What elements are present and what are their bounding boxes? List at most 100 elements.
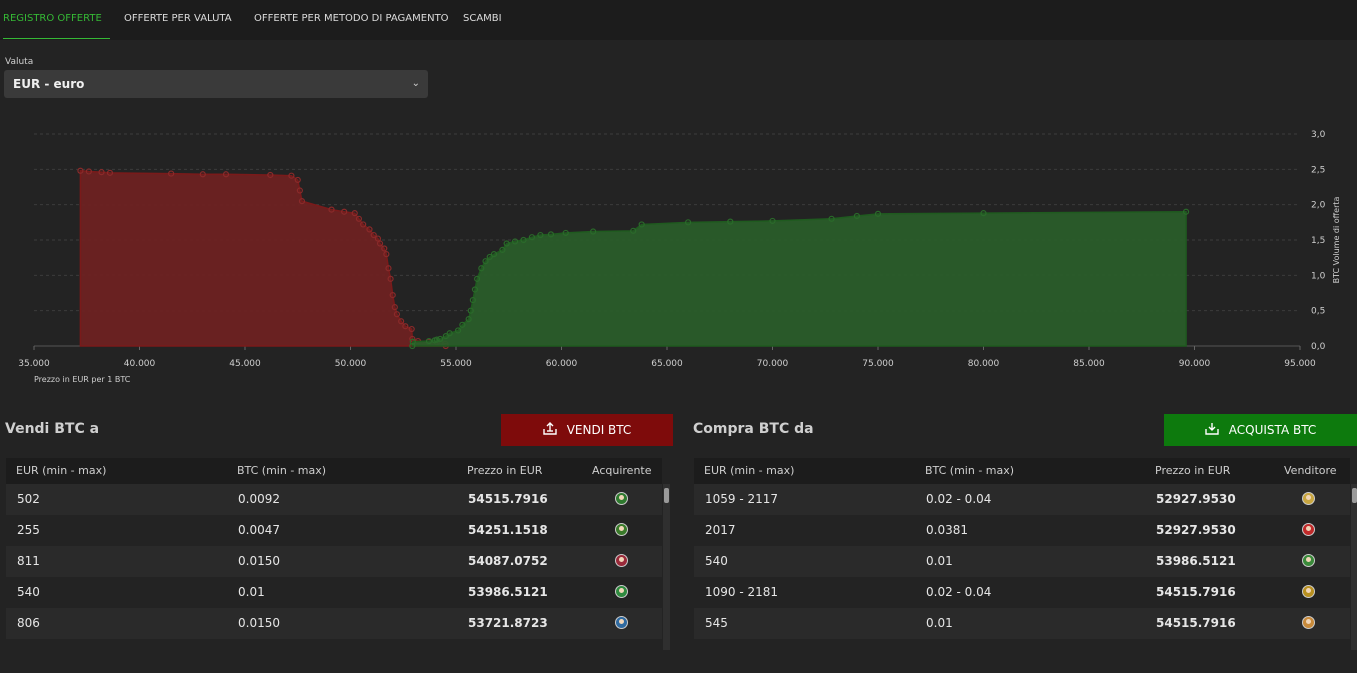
row-price: 54515.7916 [1156,616,1236,630]
row-price: 53721.8723 [468,616,548,630]
avatar[interactable] [615,585,628,598]
row-price: 54087.0752 [468,554,548,568]
row-price: 53986.5121 [1156,554,1236,568]
row-eur: 811 [17,554,40,568]
sell-col-btc: BTC (min - max) [237,464,327,477]
y-tick-label: 1,5 [1311,236,1325,246]
x-tick-label: 45.000 [229,359,261,369]
row-eur: 540 [705,554,728,568]
buy-btc-button[interactable]: ACQUISTA BTC [1164,414,1357,446]
y-tick-label: 3,0 [1311,130,1326,140]
buy-depth-area [411,210,1187,347]
x-tick-label: 95.000 [1284,359,1316,369]
row-btc: 0.01 [926,554,953,568]
download-icon [1205,415,1219,447]
row-price: 54515.7916 [1156,585,1236,599]
row-eur: 545 [705,616,728,630]
row-price: 54251.1518 [468,523,548,537]
x-tick-label: 60.000 [546,359,578,369]
avatar[interactable] [1302,585,1315,598]
table-row[interactable]: 540 0.01 53986.5121 [694,546,1350,577]
upload-icon [542,415,557,447]
table-row[interactable]: 811 0.0150 54087.0752 [6,546,662,577]
avatar[interactable] [1302,523,1315,536]
sell-col-eur: EUR (min - max) [16,464,107,477]
row-eur: 540 [17,585,40,599]
buy-btc-button-label: ACQUISTA BTC [1228,423,1317,437]
buy-section-title: Compra BTC da [693,421,814,437]
buy-table-header: EUR (min - max) BTC (min - max) Prezzo i… [694,458,1350,484]
row-btc: 0.02 - 0.04 [926,585,992,599]
row-eur: 806 [17,616,40,630]
table-row[interactable]: 502 0.0092 54515.7916 [6,484,662,515]
x-tick-label: 40.000 [124,359,156,369]
sell-col-buyer: Acquirente [592,464,652,477]
table-row[interactable]: 255 0.0047 54251.1518 [6,515,662,546]
y-tick-label: 0,5 [1311,307,1325,317]
row-btc: 0.01 [238,585,265,599]
buy-table-scrollbar[interactable] [1351,484,1357,650]
table-row[interactable]: 540 0.01 53986.5121 [6,577,662,608]
row-btc: 0.0150 [238,554,280,568]
depth-chart: 0,0 0,5 1,0 1,5 2,0 2,5 3,0 35.000 40.000 45.000 5… [18,130,1341,384]
y-tick-label: 2,0 [1311,201,1326,211]
currency-selected-value: EUR - euro [13,77,85,91]
buy-col-btc: BTC (min - max) [925,464,1015,477]
x-tick-label: 65.000 [651,359,683,369]
sell-scrollbar-thumb[interactable] [664,488,669,503]
row-eur: 2017 [705,523,736,537]
row-eur: 1059 - 2117 [705,492,779,506]
row-btc: 0.0150 [238,616,280,630]
x-tick-label: 90.000 [1179,359,1211,369]
tab-scambi[interactable]: SCAMBI [463,0,502,38]
avatar[interactable] [615,523,628,536]
row-price: 53986.5121 [468,585,548,599]
tab-registro-offerte[interactable]: REGISTRO OFFERTE [3,0,110,39]
sell-btc-button[interactable]: VENDI BTC [501,414,673,446]
tab-offerte-per-metodo[interactable]: OFFERTE PER METODO DI PAGAMENTO [254,0,449,38]
table-row[interactable]: 545 0.01 54515.7916 [694,608,1350,639]
avatar[interactable] [1302,554,1315,567]
y-tick-label: 1,0 [1311,271,1326,281]
row-eur: 502 [17,492,40,506]
sell-table-header: EUR (min - max) BTC (min - max) Prezzo i… [6,458,662,484]
x-tick-label: 85.000 [1073,359,1105,369]
y-tick-label: 2,5 [1311,165,1325,175]
avatar[interactable] [615,554,628,567]
row-price: 52927.9530 [1156,492,1236,506]
x-tick-label: 55.000 [440,359,472,369]
table-row[interactable]: 806 0.0150 53721.8723 [6,608,662,639]
row-eur: 255 [17,523,40,537]
currency-label: Valuta [5,57,34,67]
row-eur: 1090 - 2181 [705,585,779,599]
y-axis-label: BTC Volume di offerta [1332,196,1341,283]
row-btc: 0.0047 [238,523,280,537]
sell-section-title: Vendi BTC a [5,421,100,437]
row-btc: 0.01 [926,616,953,630]
avatar[interactable] [615,492,628,505]
row-btc: 0.0092 [238,492,280,506]
buy-col-seller: Venditore [1284,464,1337,477]
table-row[interactable]: 2017 0.0381 52927.9530 [694,515,1350,546]
sell-offers-table: EUR (min - max) BTC (min - max) Prezzo i… [6,458,662,650]
table-row[interactable]: 1059 - 2117 0.02 - 0.04 52927.9530 [694,484,1350,515]
x-tick-label: 75.000 [862,359,894,369]
x-tick-label: 35.000 [18,359,50,369]
x-axis-label: Prezzo in EUR per 1 BTC [34,375,131,384]
currency-select[interactable]: EUR - euro ⌄ [4,70,428,98]
x-tick-label: 70.000 [757,359,789,369]
table-row[interactable]: 1090 - 2181 0.02 - 0.04 54515.7916 [694,577,1350,608]
buy-offers-table: EUR (min - max) BTC (min - max) Prezzo i… [694,458,1350,650]
avatar[interactable] [1302,492,1315,505]
avatar[interactable] [615,616,628,629]
tab-offerte-per-valuta[interactable]: OFFERTE PER VALUTA [124,0,232,38]
y-tick-label: 0,0 [1311,342,1326,352]
sell-btc-button-label: VENDI BTC [566,423,632,437]
avatar[interactable] [1302,616,1315,629]
x-tick-label: 50.000 [335,359,367,369]
buy-scrollbar-thumb[interactable] [1352,488,1357,503]
buy-col-price: Prezzo in EUR [1155,464,1231,477]
chevron-down-icon: ⌄ [411,78,420,89]
row-price: 54515.7916 [468,492,548,506]
sell-table-scrollbar[interactable] [663,484,670,650]
